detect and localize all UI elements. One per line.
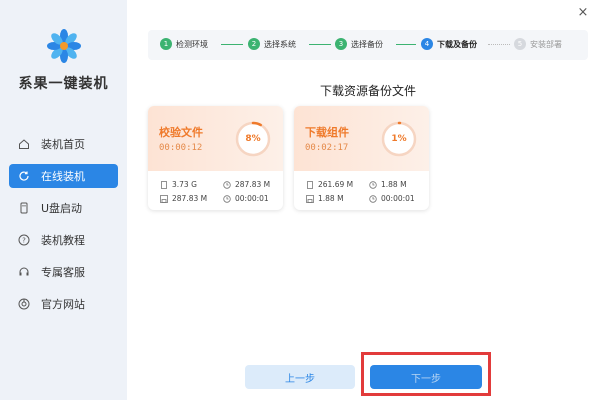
file-icon — [306, 180, 314, 189]
stat-value: 287.83 M — [172, 194, 208, 203]
card-title: 下载组件 — [305, 126, 349, 139]
progress-ring: 8% — [234, 120, 272, 158]
stat-speed: 287.83 M — [223, 180, 270, 189]
usb-icon — [17, 201, 31, 215]
stat-value: 3.73 G — [172, 180, 197, 189]
refresh-icon — [17, 169, 31, 183]
stat-total-size: 3.73 G — [160, 180, 197, 189]
clock-icon — [223, 180, 231, 189]
timer-icon — [223, 194, 231, 203]
step-label: 下载及备份 — [437, 39, 477, 49]
stat-value: 1.88 M — [381, 180, 407, 189]
progress-percent: 8% — [245, 134, 261, 144]
download-card-verify: 校验文件 00:00:12 8% 3.73 G 287.83 M 287.83 … — [148, 106, 283, 210]
step-install-deploy: 5 安装部署 — [514, 38, 562, 50]
sidebar-item-usb-boot[interactable]: U盘启动 — [9, 196, 118, 220]
stat-total-size: 261.69 M — [306, 180, 353, 189]
stat-speed: 1.88 M — [369, 180, 407, 189]
stat-value: 261.69 M — [318, 180, 354, 189]
sidebar-item-home[interactable]: 装机首页 — [9, 132, 118, 156]
step-label: 选择系统 — [264, 39, 296, 49]
sidebar: 系果一键装机 装机首页 在线装机 U盘启动 ? 装机教程 专属客服 官方网站 — [0, 0, 127, 400]
sidebar-item-support[interactable]: 专属客服 — [9, 260, 118, 284]
browser-icon — [17, 297, 31, 311]
close-button[interactable]: × — [576, 6, 590, 20]
card-header: 校验文件 00:00:12 8% — [148, 106, 283, 171]
help-icon: ? — [17, 233, 31, 247]
step-connector — [309, 44, 331, 45]
step-select-system: 2 选择系统 — [248, 38, 296, 50]
stat-value: 1.88 M — [318, 194, 344, 203]
step-connector — [488, 44, 510, 45]
sidebar-item-label: U盘启动 — [41, 202, 83, 215]
sidebar-item-label: 装机首页 — [41, 138, 85, 151]
file-icon — [160, 180, 168, 189]
sidebar-item-tutorial[interactable]: ? 装机教程 — [9, 228, 118, 252]
app-name: 系果一键装机 — [18, 76, 109, 92]
step-connector — [221, 44, 243, 45]
stat-remaining: 00:00:01 — [223, 194, 269, 203]
page-title: 下载资源备份文件 — [319, 84, 416, 98]
clock-icon — [369, 180, 377, 189]
save-icon — [160, 194, 168, 203]
home-icon — [17, 137, 31, 151]
stat-done-size: 287.83 M — [160, 194, 207, 203]
sidebar-item-label: 在线装机 — [41, 170, 85, 183]
card-elapsed-time: 00:00:12 — [159, 143, 203, 153]
progress-ring: 1% — [380, 120, 418, 158]
stat-remaining: 00:00:01 — [369, 194, 415, 203]
sidebar-item-label: 装机教程 — [41, 234, 85, 247]
svg-text:?: ? — [22, 237, 26, 245]
step-connector — [396, 44, 416, 45]
timer-icon — [369, 194, 377, 203]
download-card-components: 下载组件 00:02:17 1% 261.69 M 1.88 M 1.88 M … — [294, 106, 429, 210]
prev-step-button[interactable]: 上一步 — [245, 365, 355, 389]
stat-value: 00:00:01 — [235, 194, 269, 203]
sidebar-item-online-install[interactable]: 在线装机 — [9, 164, 118, 188]
step-number: 1 — [160, 38, 172, 50]
sidebar-item-label: 官方网站 — [41, 298, 85, 311]
step-number: 5 — [514, 38, 526, 50]
sidebar-item-website[interactable]: 官方网站 — [9, 292, 118, 316]
card-elapsed-time: 00:02:17 — [305, 143, 349, 153]
logo-flower-icon — [47, 29, 81, 63]
progress-percent: 1% — [391, 134, 407, 144]
headset-icon — [17, 265, 31, 279]
stat-value: 00:00:01 — [381, 194, 415, 203]
step-select-backup: 3 选择备份 — [335, 38, 383, 50]
progress-stepper: 1 检测环境 2 选择系统 3 选择备份 4 下载及备份 5 安装部署 — [148, 30, 588, 60]
step-label: 安装部署 — [530, 39, 562, 49]
stat-done-size: 1.88 M — [306, 194, 344, 203]
sidebar-item-label: 专属客服 — [41, 266, 85, 279]
close-icon: × — [577, 5, 589, 20]
step-download-backup: 4 下载及备份 — [421, 38, 477, 50]
step-label: 选择备份 — [351, 39, 383, 49]
stat-value: 287.83 M — [235, 180, 271, 189]
step-number: 2 — [248, 38, 260, 50]
card-header: 下载组件 00:02:17 1% — [294, 106, 429, 171]
step-number: 3 — [335, 38, 347, 50]
save-icon — [306, 194, 314, 203]
step-detect-env: 1 检测环境 — [160, 38, 208, 50]
highlight-annotation — [361, 352, 491, 396]
app-logo: 系果一键装机 — [0, 28, 127, 108]
step-label: 检测环境 — [176, 39, 208, 49]
step-number: 4 — [421, 38, 433, 50]
sidebar-nav: 装机首页 在线装机 U盘启动 ? 装机教程 专属客服 官方网站 — [0, 132, 127, 324]
card-title: 校验文件 — [159, 126, 203, 139]
